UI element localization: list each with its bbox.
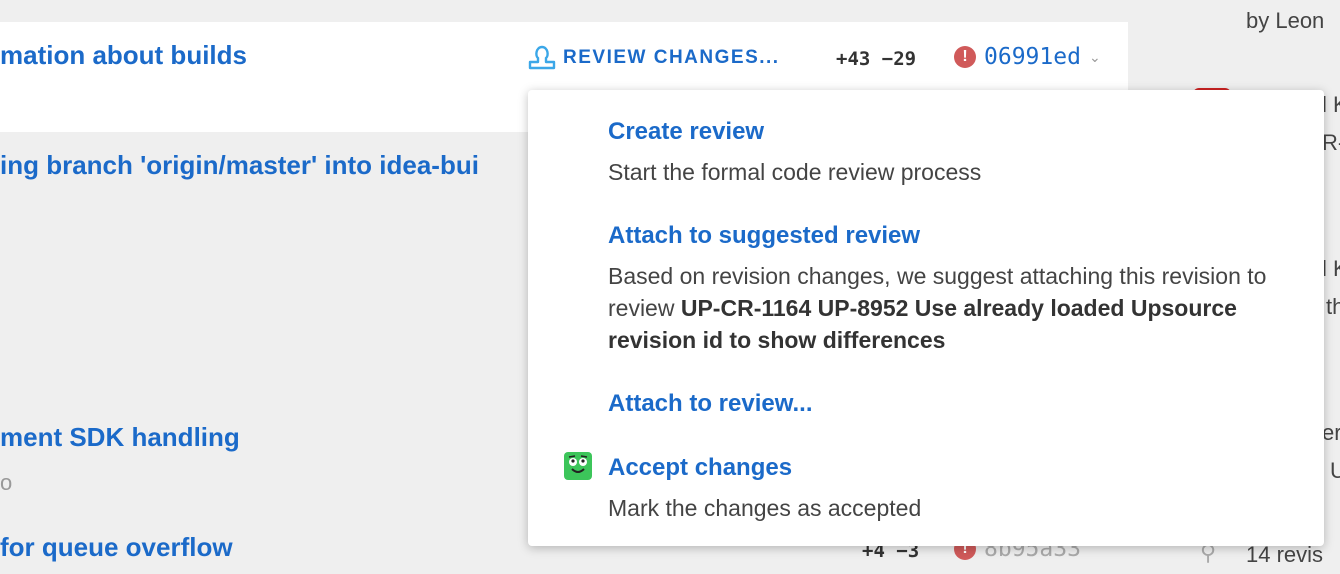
menu-item-attach-review[interactable]: Attach to review... — [608, 388, 813, 420]
smiley-icon — [564, 452, 592, 480]
review-changes-label: REVIEW CHANGES... — [563, 47, 780, 68]
review-snippet: U — [1330, 458, 1340, 483]
review-snippet: er — [1322, 420, 1340, 445]
additions-count: +43 — [836, 48, 871, 70]
diff-stats: +43 −29 — [836, 48, 916, 70]
menu-item-attach-suggested[interactable]: Attach to suggested review Based on revi… — [608, 220, 1288, 356]
menu-item-title[interactable]: Create review — [608, 116, 1288, 148]
menu-item-accept-changes[interactable]: Accept changes Mark the changes as accep… — [608, 452, 1288, 524]
chevron-down-icon[interactable]: ⌄ — [1089, 49, 1101, 66]
review-snippet: R- — [1322, 130, 1340, 155]
review-actions-menu: Create review Start the formal code revi… — [528, 90, 1324, 546]
revision-title[interactable]: ment SDK handling — [0, 422, 240, 453]
error-icon: ! — [954, 46, 976, 68]
stamp-icon — [528, 45, 556, 70]
menu-item-create-review[interactable]: Create review Start the formal code revi… — [608, 116, 1288, 188]
menu-item-title[interactable]: Accept changes — [608, 452, 1288, 484]
menu-item-description: Based on revision changes, we suggest at… — [608, 260, 1288, 356]
author-label: by Leon — [1246, 8, 1325, 33]
menu-item-title[interactable]: Attach to review... — [608, 388, 813, 420]
deletions-count: −29 — [881, 48, 917, 70]
revision-title[interactable]: for queue overflow — [0, 532, 233, 563]
menu-item-description: Start the formal code review process — [608, 159, 982, 185]
revision-hash[interactable]: 06991ed — [984, 44, 1081, 70]
revision-selector[interactable]: ! 06991ed ⌄ — [954, 44, 1101, 70]
review-changes-button[interactable]: REVIEW CHANGES... — [527, 44, 780, 72]
review-snippet: th — [1326, 294, 1340, 319]
page: mation about builds ing branch 'origin/m… — [0, 0, 1340, 574]
revision-title[interactable]: mation about builds — [0, 40, 247, 71]
review-snippet: l K — [1322, 256, 1340, 281]
suggested-review-name: UP-CR-1164 UP-8952 Use already loaded Up… — [608, 295, 1237, 353]
menu-item-description: Mark the changes as accepted — [608, 495, 922, 521]
revision-subtitle: o — [0, 470, 13, 495]
review-snippet: l K — [1322, 92, 1340, 117]
revision-title[interactable]: ing branch 'origin/master' into idea-bui — [0, 150, 479, 181]
menu-item-title[interactable]: Attach to suggested review — [608, 220, 1288, 252]
